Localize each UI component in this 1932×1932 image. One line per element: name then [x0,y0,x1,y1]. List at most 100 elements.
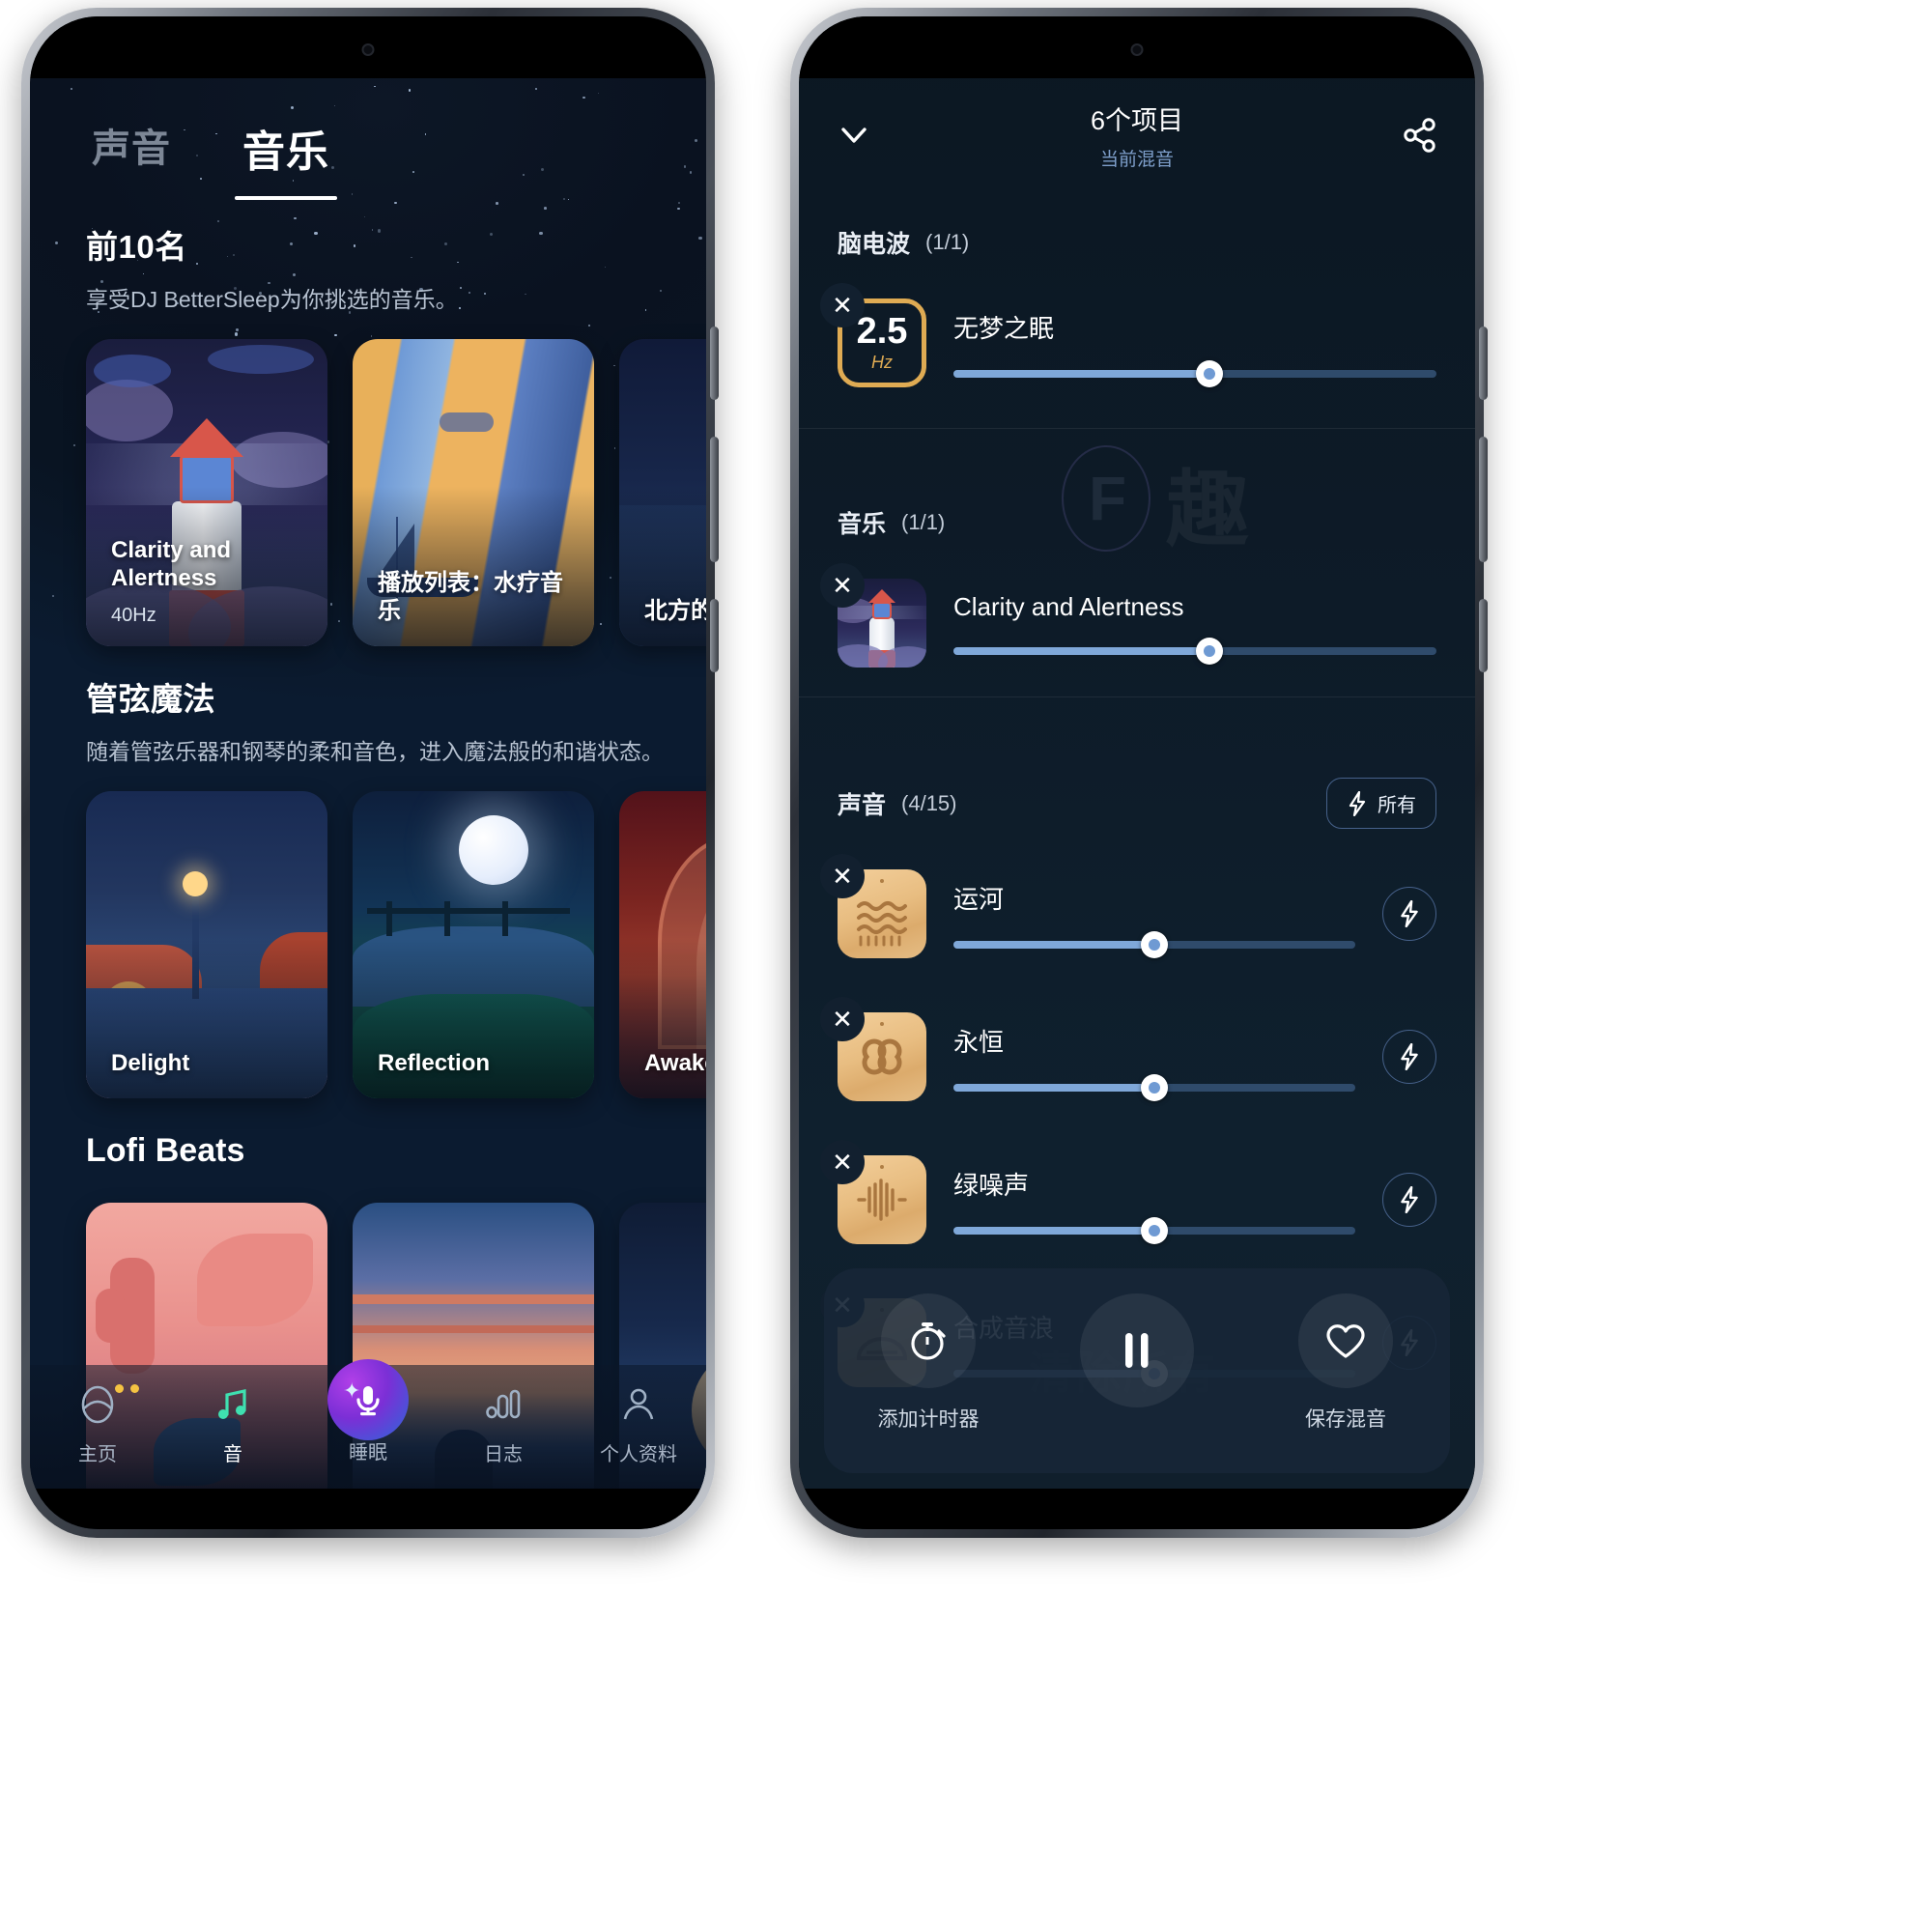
card-northern-calm[interactable]: 北方的宁静 [619,339,706,646]
section-brainwave: 脑电波 (1/1) 2.5 Hz ✕ 无梦之眠 [799,225,1475,429]
nav-item-music[interactable]: 音 [165,1380,300,1466]
screenshot-root: 声音 音乐 前10名 享受DJ BetterSleep为你挑选的音乐。 Clar… [0,0,1932,1932]
section-count: (1/1) [925,230,970,254]
card-title: 播放列表：水疗音乐 [378,570,563,624]
track-thumbnail[interactable]: ✕ [820,1140,926,1244]
home-icon [76,1380,139,1429]
section-name: 音乐 [838,511,887,538]
close-icon[interactable]: ✕ [820,997,865,1041]
sparkle-icon: ✦ [343,1378,361,1403]
share-icon[interactable] [1398,113,1442,157]
chevron-down-icon[interactable] [832,113,876,157]
bottom-navigation: 主页 音 ✦ 睡眠 日志 个人资料 [30,1359,706,1489]
card-reflection[interactable]: Reflection [353,791,594,1098]
track-thumbnail[interactable]: ✕ [820,854,926,958]
card-clarity-and-alertness[interactable]: Clarity and Alertness 40Hz [86,339,327,646]
nav-label: 日志 [484,1444,523,1465]
bolt-icon[interactable] [1382,1030,1436,1084]
right-phone-side-button-2[interactable] [1479,437,1488,562]
control-label: 保存混音 [1305,1408,1386,1431]
left-phone-screen: 声音 音乐 前10名 享受DJ BetterSleep为你挑选的音乐。 Clar… [30,16,706,1529]
heart-icon [1298,1293,1393,1388]
track-thumbnail[interactable]: ✕ [820,563,926,668]
nav-label: 个人资料 [600,1444,677,1465]
front-camera [361,43,375,56]
all-sounds-chip[interactable]: 所有 [1326,778,1436,829]
card-row: Clarity and Alertness 40Hz 播放列表：水疗音乐 北方的 [86,339,706,646]
section-name: 声音 [838,791,887,819]
section-subtitle: 随着管弦乐器和钢琴的柔和音色，进入魔法般的和谐状态。 [86,739,664,764]
bar-chart-icon [482,1380,525,1429]
microphone-icon [327,1359,409,1440]
right-phone-screen: F 趣 清除所有 6个项目 当前混音 [799,16,1475,1529]
add-timer-button[interactable]: 添加计时器 [832,1293,1025,1433]
card-row: Delight Reflection Awak [86,791,706,1098]
close-icon[interactable]: ✕ [820,563,865,608]
section-subtitle: 享受DJ BetterSleep为你挑选的音乐。 [86,287,458,312]
right-phone-side-button-3[interactable] [1479,599,1488,672]
front-camera [1130,43,1144,56]
gesture-bar-area [30,1489,706,1529]
track-thumbnail[interactable]: ✕ [820,997,926,1101]
track-thumbnail[interactable]: 2.5 Hz ✕ [820,283,926,387]
nav-label: 主页 [78,1444,117,1465]
close-icon[interactable]: ✕ [820,1140,865,1184]
card-awaken[interactable]: 全新 Awaken [619,791,706,1098]
left-phone-side-button-3[interactable] [710,599,719,672]
gesture-bar-area [799,1489,1475,1529]
left-phone-side-button-2[interactable] [710,437,719,562]
card-spa-playlist[interactable]: 播放列表：水疗音乐 [353,339,594,646]
section-title: 前10名 [86,229,187,265]
nav-label: 睡眠 [349,1442,387,1463]
card-delight[interactable]: Delight [86,791,327,1098]
music-sound-tabs: 声音 音乐 [30,117,706,200]
bolt-icon[interactable] [1382,887,1436,941]
pause-icon [1080,1293,1194,1407]
tab-music[interactable]: 音乐 [235,117,337,200]
nav-item-sleep[interactable]: ✦ 睡眠 [300,1359,436,1464]
volume-slider[interactable] [953,637,1436,665]
card-title: Delight [111,1049,190,1076]
section-header: 声音 (4/15) 所有 [799,778,1475,829]
volume-slider[interactable] [953,359,1436,387]
section-header: 音乐 (1/1) [799,505,1475,540]
card-title: Reflection [378,1049,491,1076]
track-body: 绿噪声 [953,1166,1355,1244]
left-phone-side-button-1[interactable] [710,327,719,400]
section-music: 音乐 (1/1) ✕ Clarity and Alertness [799,505,1475,697]
section-orchestral: 管弦魔法 随着管弦乐器和钢琴的柔和音色，进入魔法般的和谐状态。 Delight … [30,673,706,1098]
mix-track-row: 2.5 Hz ✕ 无梦之眠 [799,283,1475,387]
close-icon[interactable]: ✕ [820,854,865,898]
mix-track-row: ✕ Clarity and Alertness [799,563,1475,668]
section-count: (1/1) [901,510,946,534]
section-name: 脑电波 [838,231,911,258]
track-name: 永恒 [953,1027,1005,1057]
tab-sounds[interactable]: 声音 [84,117,179,173]
player-controls: 添加计时器 保存混音 [824,1268,1450,1473]
right-phone-side-button-1[interactable] [1479,327,1488,400]
track-body: 永恒 [953,1023,1355,1101]
save-mix-button[interactable]: 保存混音 [1249,1293,1442,1433]
volume-slider[interactable] [953,930,1355,958]
bolt-icon [1349,790,1366,816]
close-icon[interactable]: ✕ [820,283,865,327]
nav-item-profile[interactable]: 个人资料 [571,1380,706,1466]
section-title: Lofi Beats [86,1132,245,1169]
bolt-icon[interactable] [1382,1173,1436,1227]
nav-item-journal[interactable]: 日志 [436,1380,571,1466]
mix-header-center: 6个项目 当前混音 [876,99,1398,171]
timer-icon [881,1293,976,1388]
volume-slider[interactable] [953,1073,1355,1101]
mix-track-row: ✕ 永恒 [799,997,1475,1101]
track-name: Clarity and Alertness [953,591,1184,621]
card-title: 北方的宁静 [644,597,706,624]
volume-slider[interactable] [953,1216,1355,1244]
track-name: 绿噪声 [953,1170,1030,1200]
card-title: Awaken [644,1049,706,1076]
track-body: 无梦之眠 [953,309,1436,387]
play-pause-button[interactable] [1040,1293,1234,1423]
section-title: 管弦魔法 [86,681,215,717]
section-top10: 前10名 享受DJ BetterSleep为你挑选的音乐。 Clarity an… [30,221,706,646]
nav-item-home[interactable]: 主页 [30,1380,165,1466]
track-body: Clarity and Alertness [953,591,1436,665]
